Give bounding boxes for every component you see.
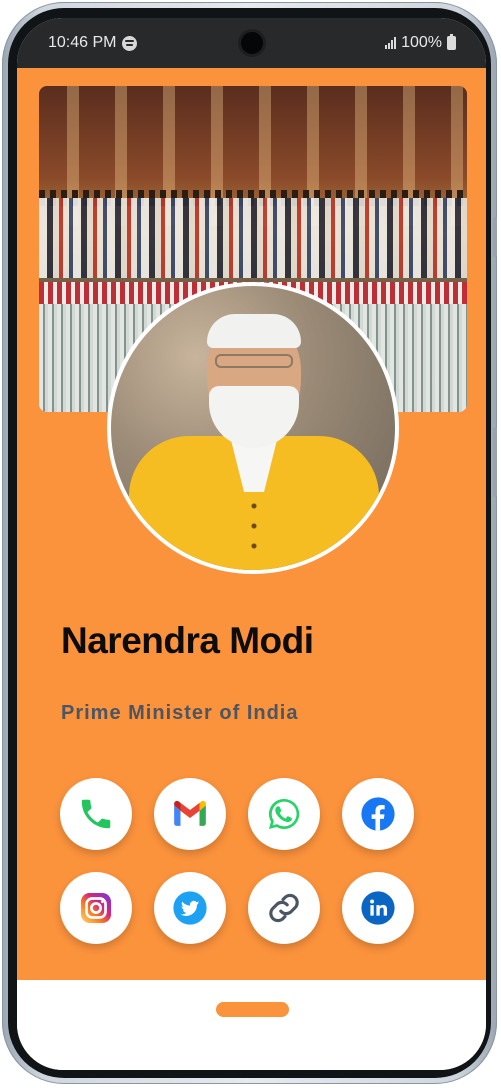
website-link-button[interactable]	[248, 872, 320, 944]
gmail-button[interactable]	[154, 778, 226, 850]
instagram-button[interactable]	[60, 872, 132, 944]
side-button-upper	[493, 217, 497, 257]
facebook-button[interactable]	[342, 778, 414, 850]
twitter-icon	[173, 891, 207, 925]
battery-percent: 100%	[401, 34, 442, 51]
phone-button[interactable]	[60, 778, 132, 850]
status-time: 10:46 PM	[48, 34, 117, 51]
cover-photo-crowd	[39, 198, 467, 278]
linkedin-icon	[361, 891, 395, 925]
gmail-icon	[174, 800, 206, 826]
twitter-button[interactable]	[154, 872, 226, 944]
linkedin-button[interactable]	[342, 872, 414, 944]
battery-icon	[447, 34, 456, 50]
instagram-icon	[80, 892, 112, 924]
whatsapp-icon	[268, 798, 300, 830]
phone-frame: 10:46 PM 100% Narendra Modi Prime Minist…	[2, 2, 497, 1084]
facebook-icon	[361, 797, 395, 831]
link-icon	[269, 893, 299, 923]
spotify-icon	[122, 35, 138, 51]
avatar-glasses	[215, 354, 293, 368]
status-bar: 10:46 PM 100%	[17, 18, 486, 68]
signal-icon	[385, 37, 397, 49]
status-right: 100%	[385, 34, 456, 52]
profile-avatar	[107, 282, 399, 574]
front-camera	[241, 32, 263, 54]
status-left: 10:46 PM	[48, 34, 138, 52]
social-links-grid	[60, 778, 414, 944]
profile-name: Narendra Modi	[61, 620, 314, 661]
bottom-bar	[17, 980, 486, 1070]
side-button-lower	[493, 427, 497, 497]
phone-screen: 10:46 PM 100% Narendra Modi Prime Minist…	[17, 18, 486, 1070]
profile-card: Narendra Modi Prime Minister of India	[17, 68, 486, 980]
profile-title: Prime Minister of India	[61, 702, 299, 724]
avatar-vest-buttons	[250, 496, 258, 556]
phone-icon	[81, 799, 111, 829]
avatar-hair	[207, 314, 301, 348]
home-indicator[interactable]	[216, 1002, 289, 1017]
whatsapp-button[interactable]	[248, 778, 320, 850]
